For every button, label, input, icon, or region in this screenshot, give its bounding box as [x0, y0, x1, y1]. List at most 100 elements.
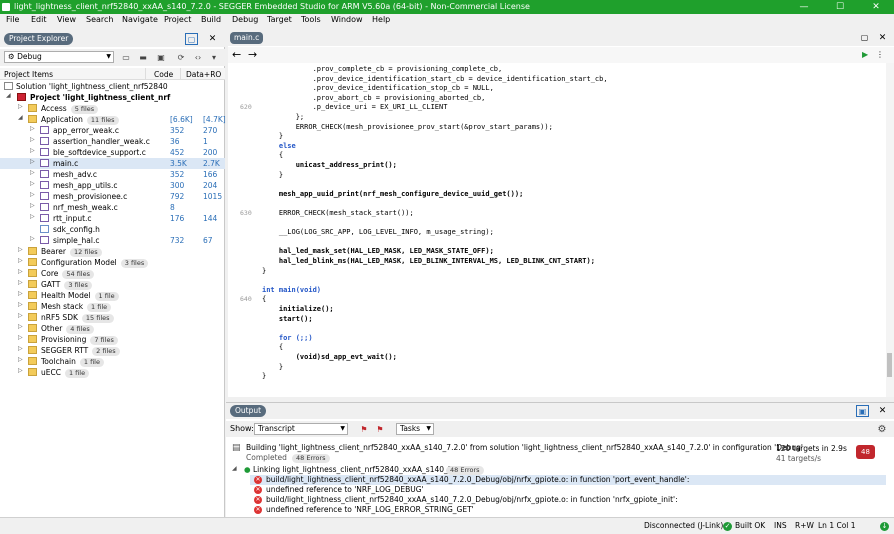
new-folder-icon[interactable]: ▬ — [137, 52, 149, 63]
menu-target[interactable]: Target — [267, 15, 292, 24]
expand-icon[interactable]: ▷ — [30, 147, 35, 154]
tree-file[interactable]: ▷ app_error_weak.c 352 270 — [0, 125, 225, 136]
maximize-editor-icon[interactable]: ▢ — [858, 32, 871, 44]
run-icon[interactable]: ▶ — [862, 50, 868, 59]
code-line[interactable]: ERROR_CHECK(mesh_stack_start()); — [262, 209, 414, 217]
code-line[interactable]: int main(void) — [262, 286, 321, 294]
filter-errors-icon[interactable]: ⚑ — [358, 424, 370, 435]
menu-tools[interactable]: Tools — [301, 15, 321, 24]
tab-output[interactable]: Output — [230, 405, 267, 417]
tree-folder[interactable]: ▷ uECC 1 file — [0, 367, 225, 378]
expand-icon[interactable]: ▷ — [18, 367, 23, 374]
tree-folder[interactable]: ▷ Mesh stack 1 file — [0, 301, 225, 312]
tree-folder[interactable]: ▷ Configuration Model 3 files — [0, 257, 225, 268]
minimize-button[interactable]: — — [786, 0, 822, 14]
tree-file[interactable]: ▷ simple_hal.c 732 67 — [0, 235, 225, 246]
menu-navigate[interactable]: Navigate — [122, 15, 158, 24]
tab-project-explorer[interactable]: Project Explorer — [4, 33, 74, 45]
code-area[interactable]: .prov_complete_cb = provisioning_complet… — [258, 63, 886, 397]
tree-file[interactable]: ▷ mesh_app_utils.c 300 204 — [0, 180, 225, 191]
scrollbar-thumb[interactable] — [887, 353, 892, 377]
add-existing-icon[interactable]: ▣ — [155, 52, 167, 63]
tab-main-c[interactable]: main.c — [230, 32, 264, 44]
expand-icon[interactable]: ▷ — [30, 169, 35, 176]
code-line[interactable]: } — [262, 267, 266, 275]
tree-folder[interactable]: ▷ SEGGER RTT 2 files — [0, 345, 225, 356]
menu-build[interactable]: Build — [201, 15, 221, 24]
code-line[interactable]: { — [262, 295, 266, 303]
expand-icon[interactable]: ▷ — [18, 356, 23, 363]
expand-icon[interactable]: ◢ — [6, 92, 11, 99]
tree-file[interactable]: ▷ mesh_adv.c 352 166 — [0, 169, 225, 180]
expand-icon[interactable]: ▷ — [30, 180, 35, 187]
code-line[interactable]: (void)sd_app_evt_wait(); — [262, 353, 397, 361]
expand-icon[interactable]: ▷ — [30, 136, 35, 143]
code-line[interactable]: __LOG(LOG_SRC_APP, LOG_LEVEL_INFO, m_usa… — [262, 228, 494, 236]
expand-icon[interactable]: ▷ — [18, 290, 23, 297]
menu-search[interactable]: Search — [86, 15, 113, 24]
tree-file[interactable]: sdk_config.h — [0, 224, 225, 235]
error-count-badge[interactable]: 48 — [856, 445, 875, 459]
new-file-icon[interactable]: ▭ — [120, 52, 132, 63]
code-line[interactable]: .prov_device_identification_start_cb = d… — [262, 75, 608, 83]
expand-icon[interactable]: ▷ — [30, 235, 35, 242]
collapse-icon[interactable]: ◢ — [232, 465, 237, 472]
menu-file[interactable]: File — [6, 15, 19, 24]
menu-window[interactable]: Window — [331, 15, 363, 24]
code-line[interactable]: { — [262, 343, 283, 351]
code-line[interactable]: .prov_device_identification_stop_cb = NU… — [262, 84, 494, 92]
code-line[interactable]: initialize(); — [262, 305, 334, 313]
editor-menu-icon[interactable]: ⋮ — [876, 50, 884, 59]
forward-arrow-icon[interactable]: → — [248, 48, 257, 61]
expand-icon[interactable]: ▷ — [18, 312, 23, 319]
code-view-icon[interactable]: ‹› — [192, 52, 204, 63]
tree-file[interactable]: ▷ ble_softdevice_support.c 452 200 — [0, 147, 225, 158]
code-line[interactable]: mesh_app_uuid_print(nrf_mesh_configure_d… — [262, 190, 523, 198]
menu-view[interactable]: View — [57, 15, 76, 24]
error-message[interactable]: undefined reference to 'NRF_LOG_DEBUG' — [266, 485, 424, 494]
show-select[interactable]: Transcript ▼ — [254, 423, 348, 435]
code-line[interactable]: unicast_address_print(); — [262, 161, 397, 169]
code-line[interactable]: .prov_abort_cb = provisioning_aborted_cb… — [262, 94, 486, 102]
code-line[interactable]: .p_device_uri = EX_URI_LL_CLIENT — [262, 103, 448, 111]
code-line[interactable]: } — [262, 372, 266, 380]
error-message[interactable]: undefined reference to 'NRF_LOG_ERROR_ST… — [266, 505, 474, 514]
tree-file[interactable]: ▷ mesh_provisionee.c 792 1015 — [0, 191, 225, 202]
code-line[interactable]: .prov_complete_cb = provisioning_complet… — [262, 65, 503, 73]
tree-folder[interactable]: ◢ Application 11 files [6.6K] [4.7K] — [0, 114, 226, 125]
expand-icon[interactable]: ▷ — [18, 301, 23, 308]
expand-icon[interactable]: ▷ — [30, 158, 35, 165]
tree-file[interactable]: ▷ rtt_input.c 176 144 — [0, 213, 225, 224]
tree-project[interactable]: ◢ Project 'light_lightness_client_nrf — [0, 92, 225, 103]
tree-file[interactable]: ▷ nrf_mesh_weak.c 8 — [0, 202, 225, 213]
refresh-icon[interactable]: ⟳ — [175, 52, 187, 63]
tree-folder[interactable]: ▷ Other 4 files — [0, 323, 225, 334]
download-icon[interactable]: ↓ — [880, 522, 889, 531]
settings-gear-icon[interactable]: ⚙ — [876, 424, 888, 435]
tree-folder[interactable]: ▷ GATT 3 files — [0, 279, 225, 290]
column-project-items[interactable]: Project Items — [4, 70, 53, 79]
tree-folder[interactable]: ▷ Health Model 1 file — [0, 290, 225, 301]
expand-icon[interactable]: ▷ — [18, 103, 23, 110]
tasks-select[interactable]: Tasks ▼ — [396, 423, 434, 435]
maximize-panel-icon[interactable]: ▢ — [185, 33, 198, 45]
maximize-button[interactable]: ☐ — [822, 0, 858, 14]
tree-solution[interactable]: Solution 'light_lightness_client_nrf5284… — [0, 81, 225, 92]
code-line[interactable]: start(); — [262, 315, 313, 323]
code-line[interactable]: } — [262, 132, 283, 140]
error-message[interactable]: build/light_lightness_client_nrf52840_xx… — [266, 495, 678, 504]
expand-icon[interactable]: ▷ — [18, 345, 23, 352]
code-line[interactable]: ERROR_CHECK(mesh_provisionee_prov_start(… — [262, 123, 553, 131]
tree-file[interactable]: ▷ main.c 3.5K 2.7K — [0, 158, 225, 169]
maximize-output-icon[interactable]: ▣ — [856, 405, 869, 417]
column-data-ro[interactable]: Data+RO — [186, 70, 221, 79]
filter-warnings-icon[interactable]: ⚑ — [374, 424, 386, 435]
menu-help[interactable]: Help — [372, 15, 390, 24]
close-editor-icon[interactable]: ✕ — [876, 32, 889, 44]
code-line[interactable]: } — [262, 363, 283, 371]
tree-folder[interactable]: ▷ Core 54 files — [0, 268, 225, 279]
close-button[interactable]: ✕ — [858, 0, 894, 14]
menu-edit[interactable]: Edit — [31, 15, 47, 24]
tree-file[interactable]: ▷ assertion_handler_weak.c 36 1 — [0, 136, 225, 147]
code-line[interactable]: hal_led_mask_set(HAL_LED_MASK, LED_MASK_… — [262, 247, 494, 255]
